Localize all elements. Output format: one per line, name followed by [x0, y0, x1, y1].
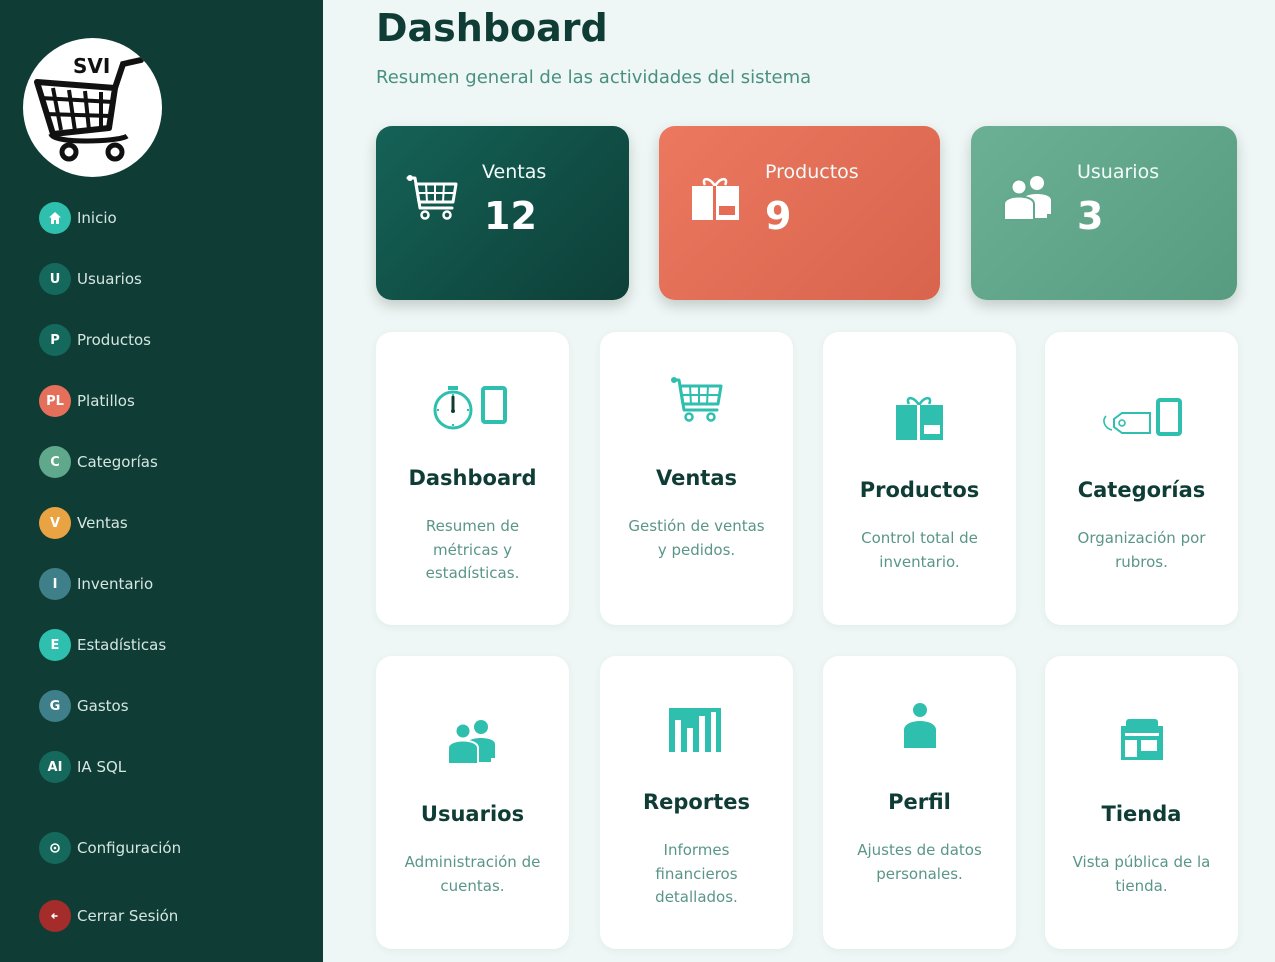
stat-value: 9 [765, 194, 792, 238]
stat-card-ventas[interactable]: Ventas 12 [376, 126, 629, 300]
card-title: Productos [859, 478, 980, 502]
card-ventas[interactable]: Ventas Gestión de ventas y pedidos. [600, 332, 793, 625]
stat-label: Productos [765, 161, 859, 183]
sidebar-badge: AI [39, 751, 71, 783]
card-title: Usuarios [420, 802, 525, 826]
sidebar-item-inicio[interactable]: Inicio [39, 202, 117, 234]
card-description: Ajustes de datos personales. [857, 841, 982, 883]
cart-icon [600, 374, 793, 430]
sidebar-item-label: Gastos [77, 697, 129, 715]
sidebar-badge: C [39, 446, 71, 478]
sidebar-item-inventario[interactable]: I Inventario [39, 568, 153, 600]
home-icon [39, 202, 71, 234]
sidebar-item-label: Estadísticas [77, 636, 167, 654]
sidebar-item-label: Configuración [77, 839, 182, 857]
logout-icon [39, 900, 71, 932]
card-reportes[interactable]: Reportes Informes financieros detallados… [600, 656, 793, 949]
card-categorias[interactable]: Categorías Organización por rubros. [1045, 332, 1238, 625]
logo-text: SVI [73, 54, 110, 78]
sidebar-badge: I [39, 568, 71, 600]
stat-label: Ventas [482, 161, 547, 183]
card-description: Organización por rubros. [1077, 529, 1206, 571]
sidebar-item-label: Inventario [77, 575, 154, 593]
sidebar-item-cerrar-sesion[interactable]: Cerrar Sesión [39, 900, 178, 932]
sidebar-badge: U [39, 263, 71, 295]
card-description: Control total de inventario. [861, 529, 978, 571]
sidebar-badge: V [39, 507, 71, 539]
sidebar-badge: P [39, 324, 71, 356]
page-title: Dashboard [376, 6, 608, 50]
card-perfil[interactable]: Perfil Ajustes de datos personales. [823, 656, 1016, 949]
sidebar-badge: G [39, 690, 71, 722]
stat-label: Usuarios [1077, 161, 1160, 183]
page-subtitle: Resumen general de las actividades del s… [376, 67, 812, 88]
stat-card-usuarios[interactable]: Usuarios 3 [971, 126, 1237, 300]
stopwatch-tablet-icon [376, 380, 569, 436]
card-usuarios[interactable]: Usuarios Administración de cuentas. [376, 656, 569, 949]
card-title: Reportes [642, 790, 750, 814]
card-title: Perfil [888, 790, 951, 814]
sidebar-item-configuracion[interactable]: Configuración [39, 832, 181, 864]
users-icon [1001, 174, 1057, 222]
sidebar-item-label: Inicio [77, 209, 117, 227]
card-description: Administración de cuentas. [404, 853, 541, 895]
gift-box-icon [689, 174, 745, 222]
sidebar-item-ventas[interactable]: V Ventas [39, 507, 128, 539]
sidebar-item-gastos[interactable]: G Gastos [39, 690, 129, 722]
card-description: Vista pública de la tienda. [1072, 853, 1211, 895]
stat-value: 3 [1077, 194, 1104, 238]
stat-card-productos[interactable]: Productos 9 [659, 126, 940, 300]
store-icon [1045, 716, 1238, 772]
sidebar-item-usuarios[interactable]: U Usuarios [39, 263, 142, 295]
sidebar-item-label: Ventas [77, 514, 128, 532]
card-title: Dashboard [408, 466, 537, 490]
card-title: Ventas [655, 466, 737, 490]
gift-box-icon [823, 392, 1016, 448]
sidebar-badge: PL [39, 385, 71, 417]
card-dashboard[interactable]: Dashboard Resumen de métricas y estadíst… [376, 332, 569, 625]
sidebar-item-label: IA SQL [77, 758, 127, 776]
sidebar-item-label: Platillos [77, 392, 135, 410]
sidebar-item-label: Usuarios [77, 270, 142, 288]
bar-chart-icon [600, 704, 793, 760]
svi-logo[interactable]: SVI [23, 38, 162, 177]
sidebar-item-categorias[interactable]: C Categorías [39, 446, 158, 478]
sidebar-item-ia-sql[interactable]: AI IA SQL [39, 751, 126, 783]
card-tienda[interactable]: Tienda Vista pública de la tienda. [1045, 656, 1238, 949]
tag-tablet-icon [1045, 392, 1238, 448]
card-description: Resumen de métricas y estadísticas. [425, 517, 520, 582]
sidebar: SVI Inicio U Usuarios P Productos PL Pla… [0, 0, 323, 962]
users-icon [376, 716, 569, 772]
sidebar-item-label: Productos [77, 331, 151, 349]
stat-value: 12 [484, 194, 537, 238]
card-title: Tienda [1101, 802, 1182, 826]
card-description: Informes financieros detallados. [655, 841, 738, 906]
sidebar-item-platillos[interactable]: PL Platillos [39, 385, 135, 417]
person-icon [823, 700, 1016, 756]
card-title: Categorías [1077, 478, 1206, 502]
card-productos[interactable]: Productos Control total de inventario. [823, 332, 1016, 625]
sidebar-item-label: Cerrar Sesión [77, 907, 179, 925]
card-description: Gestión de ventas y pedidos. [628, 517, 765, 559]
sidebar-item-label: Categorías [77, 453, 158, 471]
sidebar-item-estadisticas[interactable]: E Estadísticas [39, 629, 166, 661]
sidebar-item-productos[interactable]: P Productos [39, 324, 151, 356]
shopping-cart-logo-icon: SVI [34, 54, 144, 162]
gear-icon [39, 832, 71, 864]
cart-icon [406, 174, 462, 222]
sidebar-badge: E [39, 629, 71, 661]
